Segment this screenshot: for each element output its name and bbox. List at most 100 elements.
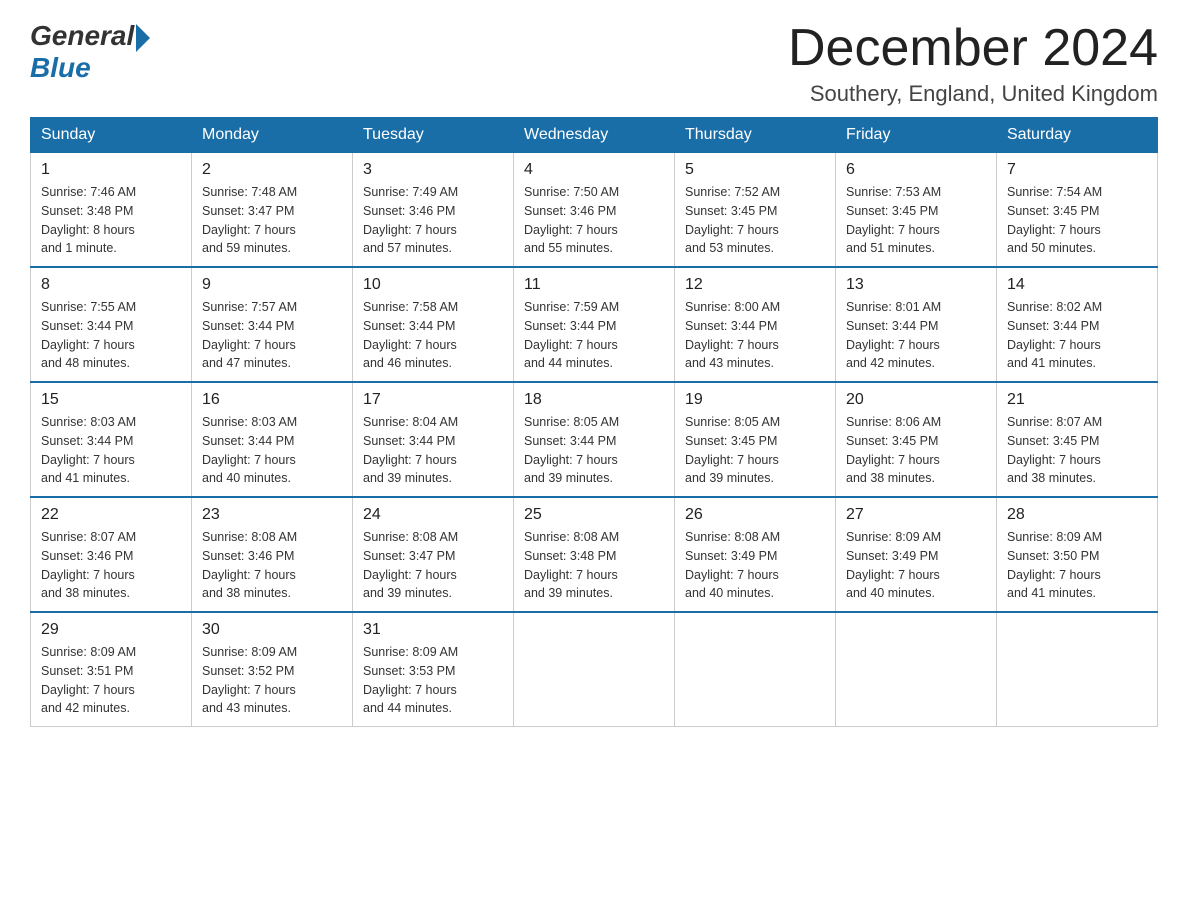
calendar-week-row: 1 Sunrise: 7:46 AMSunset: 3:48 PMDayligh… <box>31 153 1158 268</box>
calendar-day-cell: 16 Sunrise: 8:03 AMSunset: 3:44 PMDaylig… <box>192 382 353 497</box>
calendar-day-cell: 14 Sunrise: 8:02 AMSunset: 3:44 PMDaylig… <box>997 267 1158 382</box>
calendar-day-cell: 20 Sunrise: 8:06 AMSunset: 3:45 PMDaylig… <box>836 382 997 497</box>
day-info: Sunrise: 7:59 AMSunset: 3:44 PMDaylight:… <box>524 298 664 373</box>
calendar-week-row: 29 Sunrise: 8:09 AMSunset: 3:51 PMDaylig… <box>31 612 1158 727</box>
day-info: Sunrise: 8:09 AMSunset: 3:52 PMDaylight:… <box>202 643 342 718</box>
day-number: 8 <box>41 276 181 294</box>
calendar-day-cell: 4 Sunrise: 7:50 AMSunset: 3:46 PMDayligh… <box>514 153 675 268</box>
day-info: Sunrise: 8:07 AMSunset: 3:46 PMDaylight:… <box>41 528 181 603</box>
calendar-day-cell: 11 Sunrise: 7:59 AMSunset: 3:44 PMDaylig… <box>514 267 675 382</box>
calendar-day-cell: 1 Sunrise: 7:46 AMSunset: 3:48 PMDayligh… <box>31 153 192 268</box>
calendar-day-cell: 8 Sunrise: 7:55 AMSunset: 3:44 PMDayligh… <box>31 267 192 382</box>
calendar-day-cell <box>997 612 1158 727</box>
calendar-day-cell: 10 Sunrise: 7:58 AMSunset: 3:44 PMDaylig… <box>353 267 514 382</box>
day-info: Sunrise: 8:09 AMSunset: 3:53 PMDaylight:… <box>363 643 503 718</box>
calendar-day-cell: 15 Sunrise: 8:03 AMSunset: 3:44 PMDaylig… <box>31 382 192 497</box>
calendar-day-cell: 25 Sunrise: 8:08 AMSunset: 3:48 PMDaylig… <box>514 497 675 612</box>
day-number: 2 <box>202 161 342 179</box>
calendar-day-cell: 21 Sunrise: 8:07 AMSunset: 3:45 PMDaylig… <box>997 382 1158 497</box>
calendar-week-row: 8 Sunrise: 7:55 AMSunset: 3:44 PMDayligh… <box>31 267 1158 382</box>
day-info: Sunrise: 8:05 AMSunset: 3:44 PMDaylight:… <box>524 413 664 488</box>
calendar-day-cell: 7 Sunrise: 7:54 AMSunset: 3:45 PMDayligh… <box>997 153 1158 268</box>
calendar-day-cell: 30 Sunrise: 8:09 AMSunset: 3:52 PMDaylig… <box>192 612 353 727</box>
day-info: Sunrise: 8:01 AMSunset: 3:44 PMDaylight:… <box>846 298 986 373</box>
day-info: Sunrise: 7:53 AMSunset: 3:45 PMDaylight:… <box>846 183 986 258</box>
calendar-day-cell: 9 Sunrise: 7:57 AMSunset: 3:44 PMDayligh… <box>192 267 353 382</box>
day-number: 19 <box>685 391 825 409</box>
day-number: 28 <box>1007 506 1147 524</box>
location-text: Southery, England, United Kingdom <box>788 81 1158 107</box>
day-info: Sunrise: 7:49 AMSunset: 3:46 PMDaylight:… <box>363 183 503 258</box>
day-number: 16 <box>202 391 342 409</box>
day-number: 21 <box>1007 391 1147 409</box>
day-number: 3 <box>363 161 503 179</box>
calendar-day-cell: 24 Sunrise: 8:08 AMSunset: 3:47 PMDaylig… <box>353 497 514 612</box>
calendar-day-cell: 29 Sunrise: 8:09 AMSunset: 3:51 PMDaylig… <box>31 612 192 727</box>
day-info: Sunrise: 8:05 AMSunset: 3:45 PMDaylight:… <box>685 413 825 488</box>
calendar-day-cell <box>675 612 836 727</box>
logo: General Blue <box>30 20 150 84</box>
calendar-day-cell: 23 Sunrise: 8:08 AMSunset: 3:46 PMDaylig… <box>192 497 353 612</box>
day-number: 14 <box>1007 276 1147 294</box>
day-number: 22 <box>41 506 181 524</box>
calendar-day-cell: 26 Sunrise: 8:08 AMSunset: 3:49 PMDaylig… <box>675 497 836 612</box>
weekday-header-thursday: Thursday <box>675 118 836 153</box>
day-info: Sunrise: 8:03 AMSunset: 3:44 PMDaylight:… <box>41 413 181 488</box>
day-info: Sunrise: 8:08 AMSunset: 3:47 PMDaylight:… <box>363 528 503 603</box>
calendar-day-cell <box>836 612 997 727</box>
day-info: Sunrise: 8:09 AMSunset: 3:51 PMDaylight:… <box>41 643 181 718</box>
weekday-header-monday: Monday <box>192 118 353 153</box>
calendar-day-cell <box>514 612 675 727</box>
day-info: Sunrise: 8:08 AMSunset: 3:48 PMDaylight:… <box>524 528 664 603</box>
day-number: 11 <box>524 276 664 294</box>
day-info: Sunrise: 8:06 AMSunset: 3:45 PMDaylight:… <box>846 413 986 488</box>
day-number: 24 <box>363 506 503 524</box>
calendar-week-row: 22 Sunrise: 8:07 AMSunset: 3:46 PMDaylig… <box>31 497 1158 612</box>
logo-arrow-icon <box>136 24 150 52</box>
weekday-header-sunday: Sunday <box>31 118 192 153</box>
day-number: 27 <box>846 506 986 524</box>
day-info: Sunrise: 7:50 AMSunset: 3:46 PMDaylight:… <box>524 183 664 258</box>
day-number: 25 <box>524 506 664 524</box>
calendar-day-cell: 19 Sunrise: 8:05 AMSunset: 3:45 PMDaylig… <box>675 382 836 497</box>
day-number: 23 <box>202 506 342 524</box>
day-number: 10 <box>363 276 503 294</box>
day-info: Sunrise: 8:09 AMSunset: 3:50 PMDaylight:… <box>1007 528 1147 603</box>
calendar-day-cell: 18 Sunrise: 8:05 AMSunset: 3:44 PMDaylig… <box>514 382 675 497</box>
day-number: 15 <box>41 391 181 409</box>
logo-blue-text: Blue <box>30 52 91 84</box>
day-number: 12 <box>685 276 825 294</box>
day-info: Sunrise: 8:08 AMSunset: 3:49 PMDaylight:… <box>685 528 825 603</box>
day-info: Sunrise: 8:09 AMSunset: 3:49 PMDaylight:… <box>846 528 986 603</box>
day-info: Sunrise: 7:57 AMSunset: 3:44 PMDaylight:… <box>202 298 342 373</box>
weekday-header-wednesday: Wednesday <box>514 118 675 153</box>
month-title: December 2024 <box>788 20 1158 77</box>
day-info: Sunrise: 7:55 AMSunset: 3:44 PMDaylight:… <box>41 298 181 373</box>
day-info: Sunrise: 8:08 AMSunset: 3:46 PMDaylight:… <box>202 528 342 603</box>
day-info: Sunrise: 8:03 AMSunset: 3:44 PMDaylight:… <box>202 413 342 488</box>
day-number: 9 <box>202 276 342 294</box>
day-info: Sunrise: 7:52 AMSunset: 3:45 PMDaylight:… <box>685 183 825 258</box>
day-number: 5 <box>685 161 825 179</box>
calendar-day-cell: 13 Sunrise: 8:01 AMSunset: 3:44 PMDaylig… <box>836 267 997 382</box>
calendar-day-cell: 28 Sunrise: 8:09 AMSunset: 3:50 PMDaylig… <box>997 497 1158 612</box>
day-number: 31 <box>363 621 503 639</box>
day-info: Sunrise: 8:02 AMSunset: 3:44 PMDaylight:… <box>1007 298 1147 373</box>
day-number: 7 <box>1007 161 1147 179</box>
day-info: Sunrise: 7:54 AMSunset: 3:45 PMDaylight:… <box>1007 183 1147 258</box>
title-block: December 2024 Southery, England, United … <box>788 20 1158 107</box>
day-number: 6 <box>846 161 986 179</box>
calendar-week-row: 15 Sunrise: 8:03 AMSunset: 3:44 PMDaylig… <box>31 382 1158 497</box>
day-info: Sunrise: 8:04 AMSunset: 3:44 PMDaylight:… <box>363 413 503 488</box>
calendar-day-cell: 6 Sunrise: 7:53 AMSunset: 3:45 PMDayligh… <box>836 153 997 268</box>
calendar-table: SundayMondayTuesdayWednesdayThursdayFrid… <box>30 117 1158 727</box>
day-number: 4 <box>524 161 664 179</box>
calendar-day-cell: 3 Sunrise: 7:49 AMSunset: 3:46 PMDayligh… <box>353 153 514 268</box>
day-info: Sunrise: 8:00 AMSunset: 3:44 PMDaylight:… <box>685 298 825 373</box>
day-info: Sunrise: 7:46 AMSunset: 3:48 PMDaylight:… <box>41 183 181 258</box>
day-number: 20 <box>846 391 986 409</box>
calendar-day-cell: 31 Sunrise: 8:09 AMSunset: 3:53 PMDaylig… <box>353 612 514 727</box>
calendar-day-cell: 17 Sunrise: 8:04 AMSunset: 3:44 PMDaylig… <box>353 382 514 497</box>
logo-general-text: General <box>30 20 134 52</box>
calendar-day-cell: 27 Sunrise: 8:09 AMSunset: 3:49 PMDaylig… <box>836 497 997 612</box>
